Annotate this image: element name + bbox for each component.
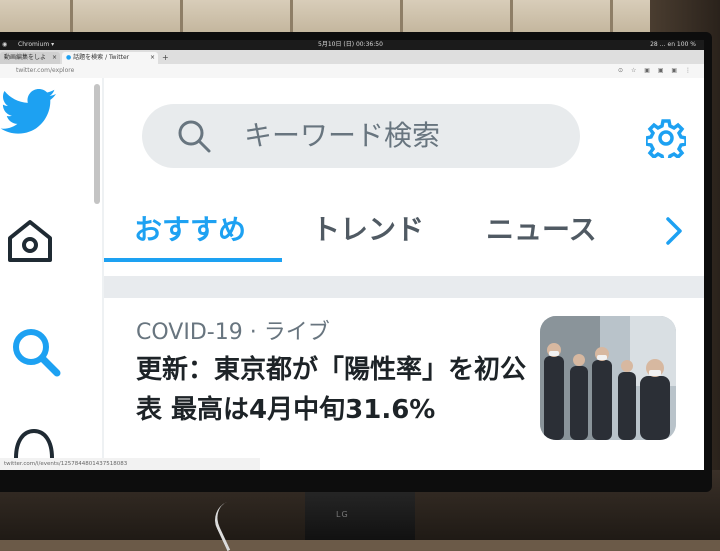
- new-tab-button[interactable]: +: [162, 52, 169, 64]
- system-tray[interactable]: 28 … en 100 %: [650, 40, 696, 50]
- url-text[interactable]: twitter.com/explore: [16, 64, 74, 78]
- search-placeholder[interactable]: キーワード検索: [244, 104, 440, 168]
- active-tab-indicator: [104, 258, 282, 262]
- twitter-favicon-icon: ●: [66, 54, 72, 61]
- search-box[interactable]: キーワード検索: [142, 104, 580, 168]
- meta-dot: ·: [249, 320, 257, 345]
- extension-icons[interactable]: ⊙ ☆ ▣ ▣ ▣ ⋮: [618, 64, 694, 78]
- crowd-photo: [540, 316, 676, 440]
- browser-tab-active[interactable]: ● 話題を検索 / Twitter ×: [62, 52, 158, 64]
- activities-icon[interactable]: ◉: [2, 40, 7, 50]
- story-headline[interactable]: 更新：東京都が「陽性率」を初公表 最高は4月中旬31.6%: [136, 350, 526, 430]
- story-thumbnail[interactable]: [540, 316, 676, 440]
- screen: ◉ Chromium ▾ 5月10日 (日) 00:36:50 28 … en …: [0, 40, 704, 470]
- tab-trends[interactable]: トレンド: [312, 208, 424, 248]
- app-menu[interactable]: Chromium ▾: [18, 40, 54, 50]
- tab-title: 話題を検索 / Twitter: [73, 54, 130, 61]
- section-separator: [104, 276, 704, 298]
- twitter-page: キーワード検索 おすすめ トレンド ニュース COVID-19 · ライブ 更新…: [0, 78, 704, 458]
- sidebar: [0, 78, 96, 458]
- close-icon[interactable]: ×: [52, 52, 57, 64]
- monitor-brand-logo: LG: [336, 510, 349, 519]
- story-meta: COVID-19 · ライブ: [136, 314, 330, 346]
- explore-main: キーワード検索 おすすめ トレンド ニュース COVID-19 · ライブ 更新…: [104, 78, 704, 458]
- scrollbar[interactable]: [94, 84, 100, 204]
- address-bar[interactable]: twitter.com/explore ⊙ ☆ ▣ ▣ ▣ ⋮: [0, 64, 704, 79]
- home-icon[interactable]: [6, 218, 54, 264]
- clock[interactable]: 5月10日 (日) 00:36:50: [318, 40, 383, 50]
- bell-icon[interactable]: [12, 428, 56, 458]
- settings-gear-icon[interactable]: [646, 118, 686, 158]
- tab-recommended[interactable]: おすすめ: [134, 208, 246, 248]
- tab-title: 動画編集をしよ: [4, 54, 47, 61]
- story-topic: COVID-19: [136, 320, 243, 345]
- search-icon[interactable]: [10, 326, 62, 378]
- monitor: ◉ Chromium ▾ 5月10日 (日) 00:36:50 28 … en …: [0, 32, 712, 519]
- os-top-bar: ◉ Chromium ▾ 5月10日 (日) 00:36:50 28 … en …: [0, 40, 704, 50]
- tab-strip: 動画編集をしよ × ● 話題を検索 / Twitter × +: [0, 50, 704, 64]
- browser-tab[interactable]: 動画編集をしよ ×: [0, 52, 60, 64]
- search-icon: [178, 120, 211, 153]
- status-bar-url: twitter.com/i/events/1257844801437518083: [0, 458, 260, 470]
- tab-news[interactable]: ニュース: [486, 208, 597, 248]
- chevron-right-icon[interactable]: [664, 216, 684, 246]
- twitter-logo-icon[interactable]: [0, 88, 58, 140]
- close-icon[interactable]: ×: [150, 52, 155, 64]
- explore-tabs: おすすめ トレンド ニュース: [104, 190, 704, 276]
- story-type: ライブ: [263, 320, 330, 345]
